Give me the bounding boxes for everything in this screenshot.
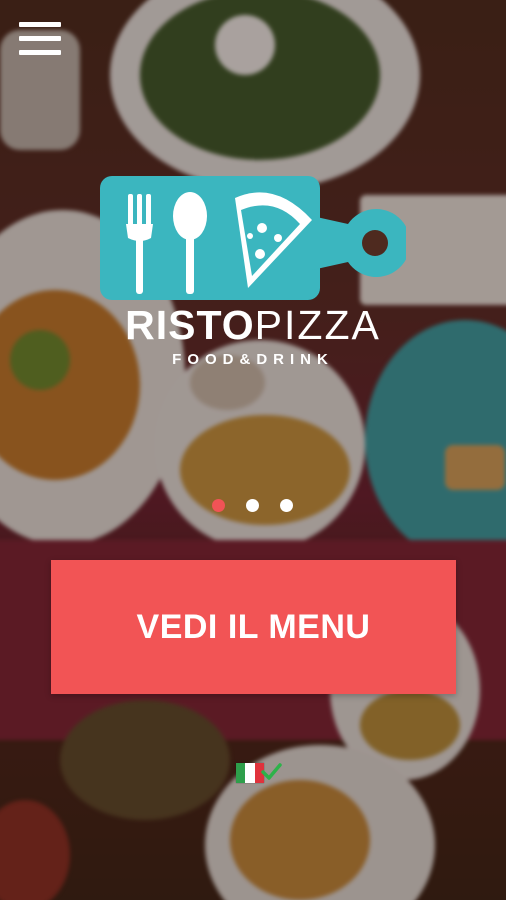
view-menu-button[interactable]: VEDI IL MENU bbox=[51, 560, 456, 694]
brand-name-bold: RISTO bbox=[125, 302, 255, 348]
brand-tagline: FOOD&DRINK bbox=[172, 351, 334, 368]
brand-name: RISTOPIZZA bbox=[100, 301, 406, 349]
brand-name-light: PIZZA bbox=[254, 302, 381, 348]
check-icon bbox=[261, 763, 282, 780]
language-selector[interactable] bbox=[236, 761, 282, 785]
carousel-indicator bbox=[212, 499, 293, 513]
hamburger-menu-icon[interactable] bbox=[19, 22, 61, 56]
carousel-dot-2[interactable] bbox=[246, 499, 259, 512]
restaurant-logo bbox=[100, 176, 406, 300]
carousel-dot-1[interactable] bbox=[212, 499, 225, 512]
splash-screen: RISTOPIZZA FOOD&DRINK VEDI IL MENU bbox=[0, 0, 506, 900]
carousel-dot-3[interactable] bbox=[280, 499, 293, 512]
